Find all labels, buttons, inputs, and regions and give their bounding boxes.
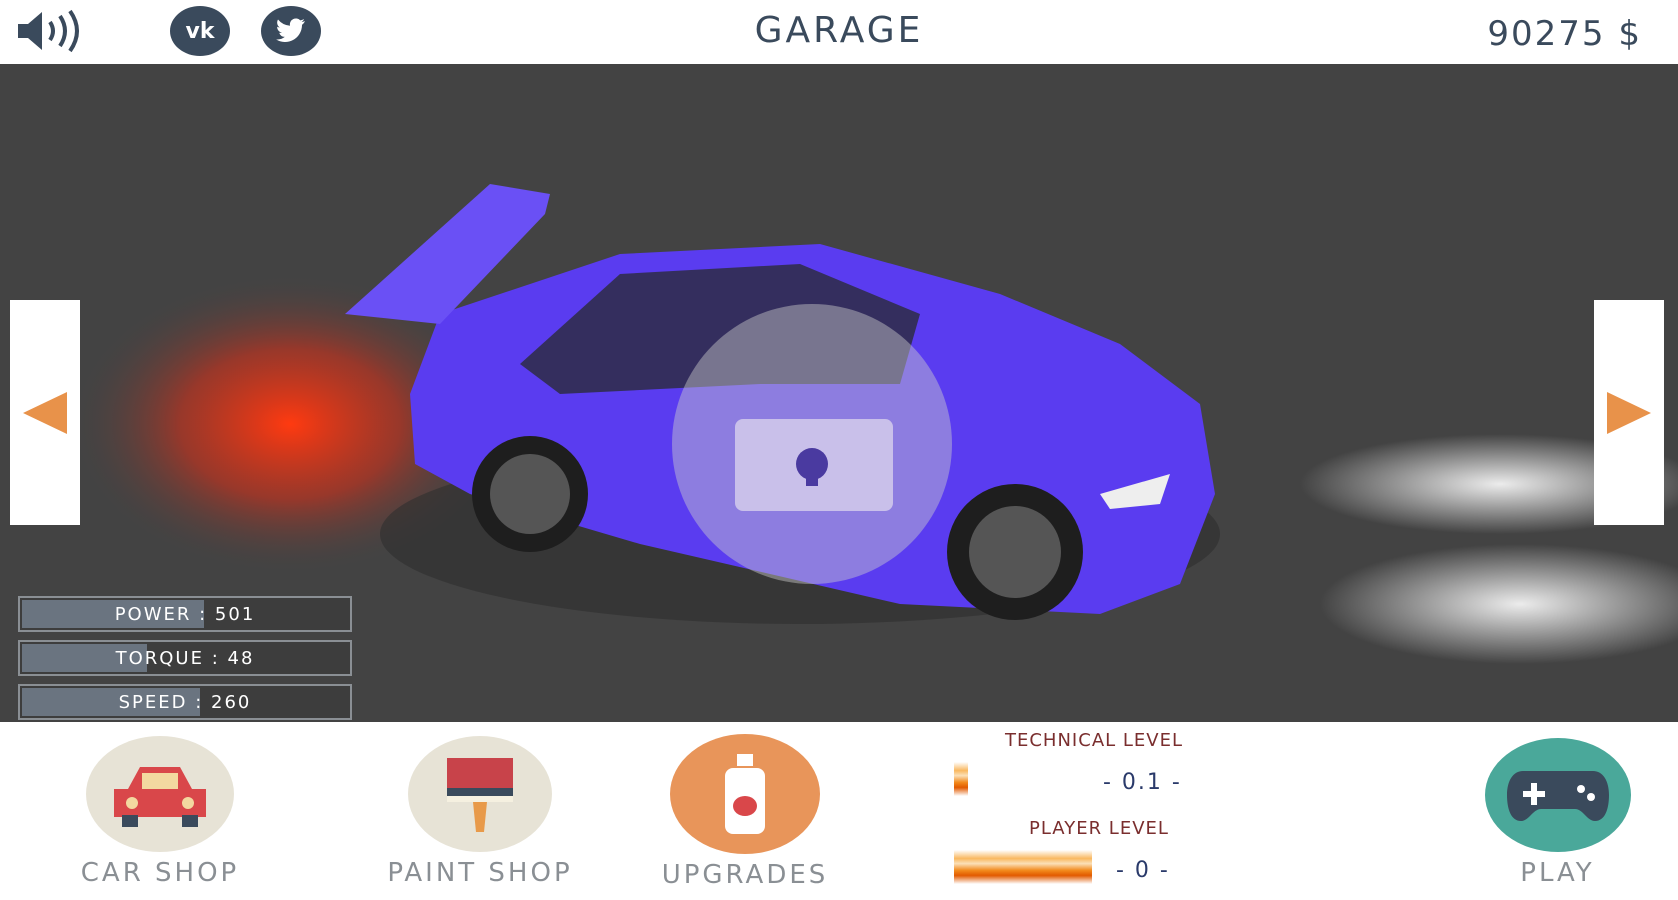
car-shop-button[interactable]: CAR SHOP: [40, 736, 280, 888]
car-icon: [86, 736, 234, 852]
stat-torque: TORQUE : 48: [18, 640, 352, 676]
stat-label: POWER : 501: [114, 604, 256, 625]
paint-roller-icon: [408, 736, 552, 852]
technical-level-label: TECHNICAL LEVEL: [1005, 730, 1183, 751]
paint-shop-label: PAINT SHOP: [387, 858, 573, 888]
bottom-panel: CAR SHOP PAINT SHOP UPGRADES TECHNICAL L…: [0, 722, 1678, 900]
top-bar: vk GARAGE 90275 $: [0, 0, 1678, 64]
player-level-bar: [954, 850, 1092, 884]
technical-level-bar: [954, 762, 968, 796]
triangle-left-icon: [23, 391, 67, 434]
play-button[interactable]: PLAY: [1480, 738, 1635, 888]
stat-power: POWER : 501: [18, 596, 352, 632]
technical-level-value: - 0.1 -: [1103, 770, 1182, 795]
upgrades-button[interactable]: UPGRADES: [630, 734, 860, 890]
car-viewport[interactable]: POWER : 501 TORQUE : 48 SPEED : 260: [0, 64, 1678, 722]
page-title: GARAGE: [754, 10, 924, 51]
paint-shop-button[interactable]: PAINT SHOP: [355, 736, 605, 888]
stat-label: SPEED : 260: [118, 692, 252, 713]
player-level-label: PLAYER LEVEL: [1029, 818, 1169, 839]
prev-car-button[interactable]: [10, 300, 80, 525]
next-car-button[interactable]: [1594, 300, 1664, 525]
car-shop-label: CAR SHOP: [80, 858, 240, 888]
gamepad-icon: [1484, 738, 1631, 852]
stat-label: TORQUE : 48: [115, 648, 255, 669]
spray-can-icon: [670, 734, 820, 854]
upgrades-label: UPGRADES: [661, 860, 829, 890]
triangle-right-icon: [1607, 391, 1651, 434]
player-level-value: - 0 -: [1116, 858, 1170, 883]
play-label: PLAY: [1520, 858, 1595, 888]
money-balance: 90275 $: [1487, 14, 1642, 54]
stat-speed: SPEED : 260: [18, 684, 352, 720]
